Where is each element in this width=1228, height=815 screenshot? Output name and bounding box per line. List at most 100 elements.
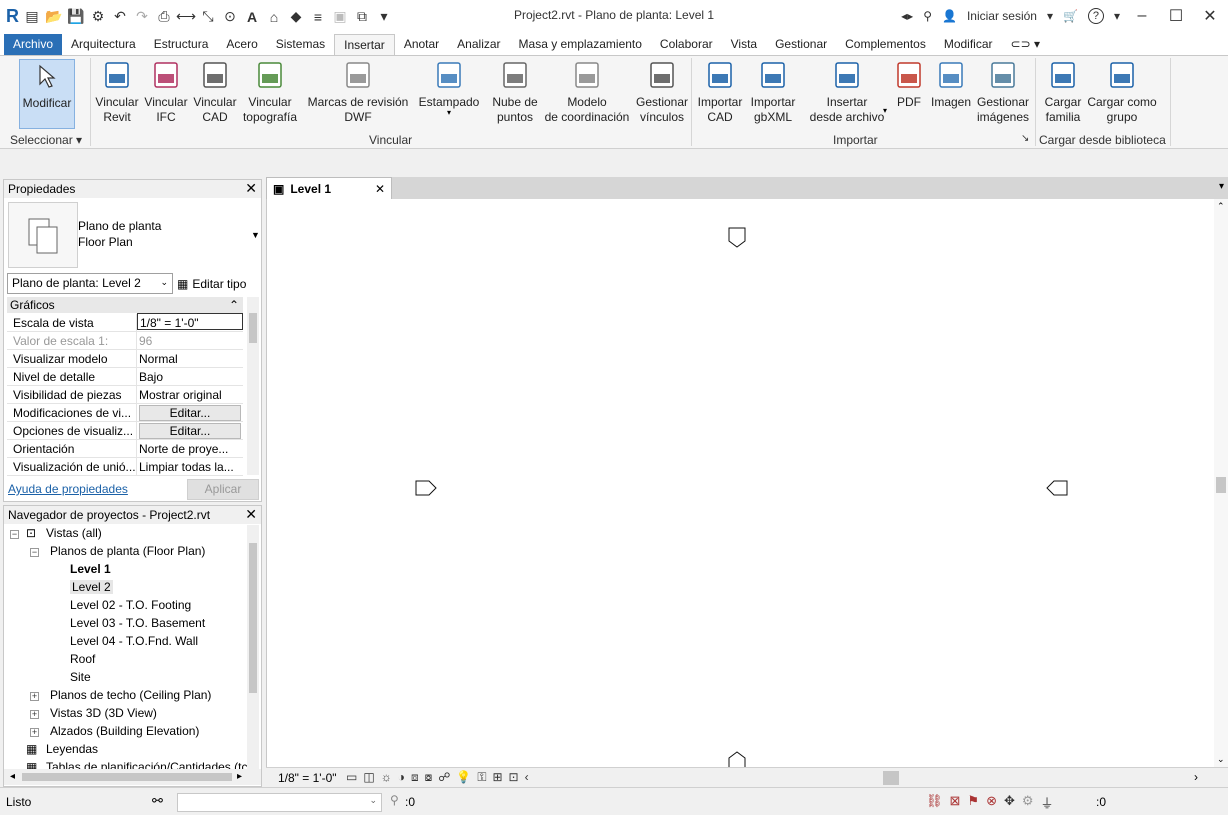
scroll-up-icon[interactable]: ⌃ (1217, 201, 1225, 212)
tab-complementos[interactable]: Complementos (836, 34, 935, 55)
3d-view-icon[interactable]: ⌂ (265, 8, 283, 26)
drawing-canvas[interactable]: ⌃ ⌄ (266, 199, 1228, 787)
properties-scrollbar[interactable] (247, 297, 259, 475)
binoculars-icon[interactable]: ⚲ (923, 9, 932, 23)
property-row[interactable]: Orientación Norte de proye... (7, 440, 243, 458)
browser-node[interactable]: Level 03 - T.O. Basement (70, 616, 205, 630)
link-cad-button[interactable]: Vincular CAD (193, 59, 237, 125)
minimize-icon[interactable]: – (1130, 7, 1154, 25)
collapse-icon[interactable]: − (10, 530, 19, 539)
property-row[interactable]: Escala de vista 1/8" = 1'-0" (7, 313, 243, 332)
edit-type-button[interactable]: ▦ Editar tipo (177, 273, 246, 294)
property-value[interactable]: Limpiar todas la... (137, 458, 243, 475)
property-value[interactable]: Editar... (137, 422, 243, 439)
view-selector[interactable]: Plano de planta: Level 2 ⌄ (7, 273, 173, 294)
visual-style-icon[interactable]: ◫ (363, 770, 374, 785)
sign-in-button[interactable]: Iniciar sesión (967, 9, 1037, 23)
scroll-left-icon[interactable]: ◂ (10, 771, 15, 782)
close-icon[interactable]: ✕ (1198, 6, 1222, 26)
ribbon-minimize-icon[interactable]: ⊂⊃ ▾ (1002, 34, 1049, 55)
graphics-group-header[interactable]: Gráficos ⌃ (7, 297, 243, 313)
browser-node[interactable]: Planos de planta (Floor Plan) (50, 544, 205, 558)
browser-node[interactable]: Site (70, 670, 91, 684)
browser-horizontal-scrollbar[interactable]: ◂ ▸ (4, 769, 261, 785)
revit-logo-icon[interactable]: R (6, 6, 19, 27)
switch-windows-icon[interactable]: ⧉ (353, 8, 371, 26)
constraints-icon[interactable]: ⊡ (509, 770, 519, 785)
tab-archivo[interactable]: Archivo (4, 34, 63, 55)
expand-icon[interactable]: + (30, 710, 39, 719)
view-tab-level-1[interactable]: ▣ Level 1 ✕ (266, 177, 392, 199)
load-family-button[interactable]: Cargar familia (1042, 59, 1084, 125)
help-button[interactable]: ? (1087, 8, 1104, 24)
point-cloud-button[interactable]: Nube de puntos (491, 59, 539, 125)
design-options-icon[interactable]: ⚲ (390, 793, 399, 807)
tag-icon[interactable]: ⊙ (221, 8, 239, 26)
scroll-right-icon[interactable]: › (1194, 770, 1198, 784)
tab-sistemas[interactable]: Sistemas (267, 34, 334, 55)
select-by-face-icon[interactable]: ⊗ (986, 793, 997, 812)
select-pinned-icon[interactable]: ⚑ (967, 793, 979, 812)
elevation-marker-east[interactable] (1046, 480, 1068, 496)
analytical-model-icon[interactable]: ⊞ (492, 770, 502, 785)
crop-view-icon[interactable]: ⧈ (411, 770, 419, 785)
browser-node[interactable]: Alzados (Building Elevation) (50, 724, 199, 738)
coordination-model-button[interactable]: Modelo de coordinación (543, 59, 631, 125)
tab-masa-y-emplazamiento[interactable]: Masa y emplazamiento (510, 34, 651, 55)
tab-arquitectura[interactable]: Arquitectura (62, 34, 145, 55)
scroll-right-icon[interactable]: ▸ (237, 771, 242, 782)
tab-list-dropdown-icon[interactable]: ▾ (1219, 181, 1224, 192)
link-topography-button[interactable]: Vincular topografía (240, 59, 300, 125)
tab-estructura[interactable]: Estructura (145, 34, 218, 55)
tab-anotar[interactable]: Anotar (395, 34, 448, 55)
browser-close-icon[interactable]: ✕ (245, 507, 257, 522)
temporary-hide-icon[interactable]: ☍ (438, 770, 450, 785)
select-panel-label[interactable]: Seleccionar ▾ (10, 133, 82, 147)
section-icon[interactable]: ◆ (287, 8, 305, 26)
application-menu-icon[interactable]: ▤ (23, 8, 41, 26)
pdf-button[interactable]: PDF (892, 59, 926, 110)
decal-dropdown-icon[interactable]: ▾ (447, 108, 451, 117)
collapse-icon[interactable]: − (30, 548, 39, 557)
property-value[interactable]: 96 (137, 332, 243, 349)
property-value[interactable]: Bajo (137, 368, 243, 385)
undo-icon[interactable]: ↶ (111, 8, 129, 26)
load-group-button[interactable]: Cargar como grupo (1086, 59, 1158, 125)
select-underlay-icon[interactable]: ⊠ (950, 793, 961, 812)
text-icon[interactable]: A (243, 8, 261, 26)
manage-links-button[interactable]: Gestionar vínculos (634, 59, 690, 125)
property-row[interactable]: Nivel de detalle Bajo (7, 368, 243, 386)
browser-node[interactable]: Level 2 (70, 580, 113, 594)
link-revit-button[interactable]: Vincular Revit (95, 59, 139, 125)
help-dropdown-icon[interactable]: ▾ (1114, 9, 1120, 23)
property-row[interactable]: Modificaciones de vi... Editar... (7, 404, 243, 422)
tab-modificar[interactable]: Modificar (935, 34, 1002, 55)
tab-colaborar[interactable]: Colaborar (651, 34, 722, 55)
apply-button[interactable]: Aplicar (187, 479, 259, 500)
property-value[interactable]: Norte de proye... (137, 440, 243, 457)
design-option-selector[interactable]: ⌄ (177, 793, 382, 812)
scroll-down-icon[interactable]: ⌄ (1217, 754, 1225, 765)
view-tab-close-icon[interactable]: ✕ (375, 182, 385, 196)
decal-button[interactable]: Estampado (419, 59, 479, 110)
browser-vertical-scrollbar[interactable] (247, 525, 259, 769)
property-value[interactable]: Normal (137, 350, 243, 367)
properties-help-link[interactable]: Ayuda de propiedades (8, 482, 128, 496)
canvas-vertical-scrollbar[interactable]: ⌃ ⌄ (1214, 199, 1228, 767)
import-panel-expander-icon[interactable]: ↘ (1021, 133, 1029, 144)
type-name[interactable]: Plano de planta Floor Plan (78, 218, 161, 250)
user-icon[interactable]: 👤 (942, 9, 957, 23)
insert-from-file-button[interactable]: Insertar desde archivo (808, 59, 886, 125)
elevation-marker-south[interactable] (728, 751, 746, 767)
browser-node[interactable]: Planos de techo (Ceiling Plan) (50, 688, 211, 702)
tab-vista[interactable]: Vista (722, 34, 766, 55)
type-dropdown-icon[interactable]: ▼ (251, 230, 260, 240)
open-icon[interactable]: 📂 (45, 8, 63, 26)
tab-gestionar[interactable]: Gestionar (766, 34, 836, 55)
elevation-marker-north[interactable] (728, 227, 746, 248)
import-gbxml-button[interactable]: Importar gbXML (747, 59, 799, 125)
browser-node[interactable]: Level 1 (70, 562, 111, 576)
close-hidden-icon[interactable]: ▣ (331, 8, 349, 26)
modify-button[interactable]: Modificar (19, 59, 75, 129)
thin-lines-icon[interactable]: ≡ (309, 8, 327, 26)
